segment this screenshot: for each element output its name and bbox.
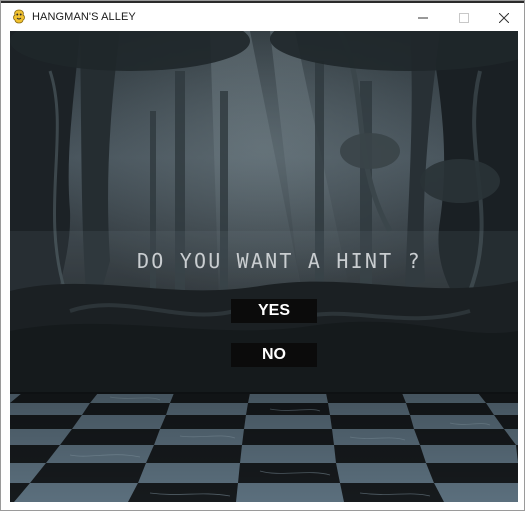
- pygame-snake-icon: [12, 9, 26, 24]
- maximize-button[interactable]: [445, 5, 483, 31]
- close-icon: [499, 13, 509, 23]
- game-canvas[interactable]: DO YOU WANT A HINT ? YES NO: [10, 31, 518, 502]
- minimize-button[interactable]: [404, 5, 442, 31]
- maximize-icon: [459, 13, 469, 23]
- yes-button[interactable]: YES: [231, 299, 317, 323]
- no-button[interactable]: NO: [231, 343, 317, 367]
- minimize-icon: [418, 17, 428, 19]
- checkered-floor: [10, 392, 518, 502]
- title-bar[interactable]: HANGMAN'S ALLEY: [1, 3, 524, 31]
- app-window: HANGMAN'S ALLEY DO YOU WANT A HINT ? YES…: [0, 0, 525, 511]
- window-title: HANGMAN'S ALLEY: [32, 11, 136, 23]
- close-button[interactable]: [485, 5, 523, 31]
- hint-question: DO YOU WANT A HINT ?: [137, 249, 422, 273]
